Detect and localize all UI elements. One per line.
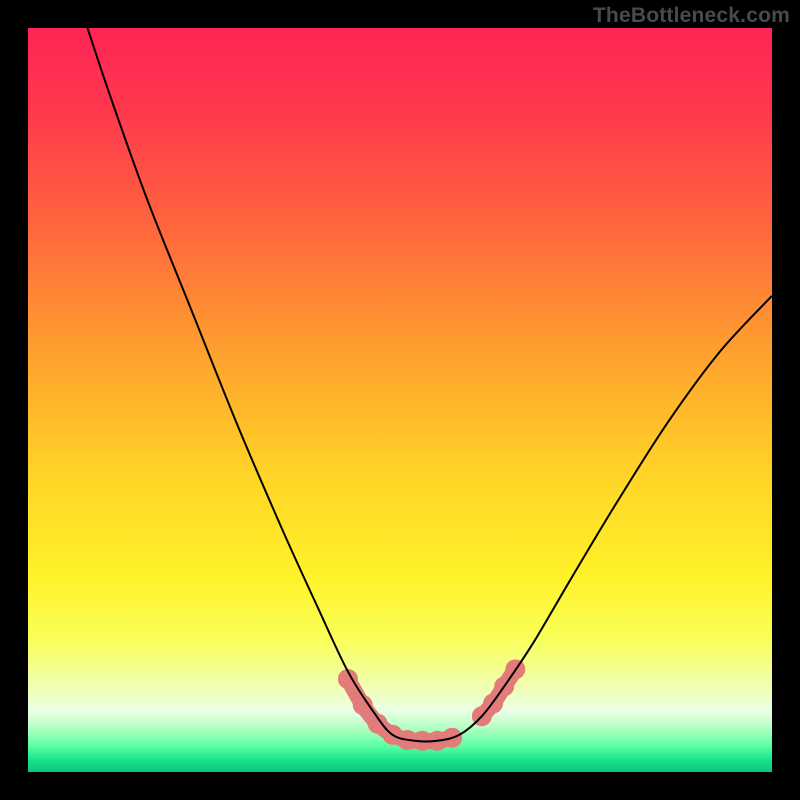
plot-area: [28, 28, 772, 772]
chart-frame: TheBottleneck.com: [0, 0, 800, 800]
gradient-background: [28, 28, 772, 772]
watermark-text: TheBottleneck.com: [593, 4, 790, 28]
chart-svg: [28, 28, 772, 772]
